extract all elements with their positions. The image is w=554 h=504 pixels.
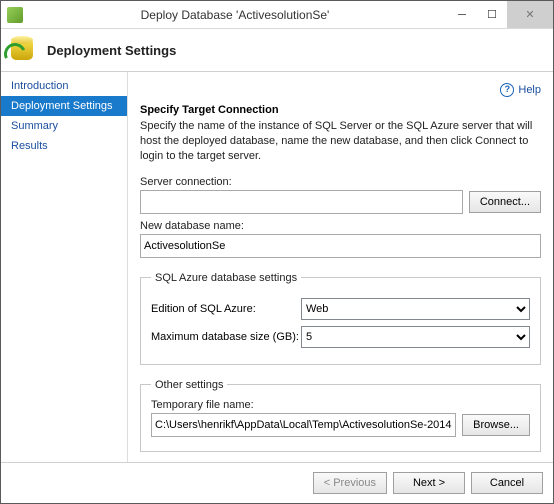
- wizard-nav: Introduction Deployment Settings Summary…: [1, 72, 128, 462]
- other-legend: Other settings: [151, 379, 227, 391]
- maxsize-select[interactable]: 5: [301, 326, 530, 348]
- page-title: Deployment Settings: [47, 43, 176, 58]
- tempfile-label: Temporary file name:: [151, 399, 530, 411]
- nav-results[interactable]: Results: [1, 136, 127, 156]
- new-database-input[interactable]: [140, 234, 541, 258]
- help-row: ? Help: [140, 82, 541, 98]
- help-icon[interactable]: ?: [500, 83, 514, 97]
- minimize-button[interactable]: ─: [447, 1, 477, 28]
- nav-deployment-settings[interactable]: Deployment Settings: [1, 96, 127, 116]
- server-connection-label: Server connection:: [140, 176, 541, 188]
- help-link[interactable]: Help: [518, 84, 541, 96]
- maxsize-label: Maximum database size (GB):: [151, 331, 301, 343]
- wizard-body: Introduction Deployment Settings Summary…: [1, 72, 553, 462]
- azure-settings-group: SQL Azure database settings Edition of S…: [140, 272, 541, 365]
- deploy-database-icon: [7, 34, 39, 66]
- close-button[interactable]: ✕: [507, 1, 553, 28]
- cancel-button[interactable]: Cancel: [471, 472, 543, 494]
- server-connection-input[interactable]: [140, 190, 463, 214]
- browse-button[interactable]: Browse...: [462, 414, 530, 436]
- section-description: Specify the name of the instance of SQL …: [140, 119, 541, 164]
- other-settings-group: Other settings Temporary file name: Brow…: [140, 379, 541, 452]
- next-button[interactable]: Next >: [393, 472, 465, 494]
- nav-introduction[interactable]: Introduction: [1, 76, 127, 96]
- connect-button[interactable]: Connect...: [469, 191, 541, 213]
- titlebar: Deploy Database 'ActivesolutionSe' ─ ☐ ✕: [1, 1, 553, 29]
- section-title: Specify Target Connection: [140, 104, 541, 116]
- app-icon: [7, 7, 23, 23]
- new-database-label: New database name:: [140, 220, 541, 232]
- azure-legend: SQL Azure database settings: [151, 272, 301, 284]
- wizard-header: Deployment Settings: [1, 29, 553, 72]
- edition-label: Edition of SQL Azure:: [151, 303, 301, 315]
- wizard-footer: < Previous Next > Cancel: [1, 462, 553, 503]
- window-title: Deploy Database 'ActivesolutionSe': [23, 8, 447, 22]
- tempfile-input[interactable]: [151, 413, 456, 437]
- wizard-content: ? Help Specify Target Connection Specify…: [128, 72, 553, 462]
- wizard-window: Deploy Database 'ActivesolutionSe' ─ ☐ ✕…: [0, 0, 554, 504]
- maximize-button[interactable]: ☐: [477, 1, 507, 28]
- edition-select[interactable]: Web: [301, 298, 530, 320]
- window-controls: ─ ☐ ✕: [447, 1, 553, 28]
- nav-summary[interactable]: Summary: [1, 116, 127, 136]
- previous-button[interactable]: < Previous: [313, 472, 387, 494]
